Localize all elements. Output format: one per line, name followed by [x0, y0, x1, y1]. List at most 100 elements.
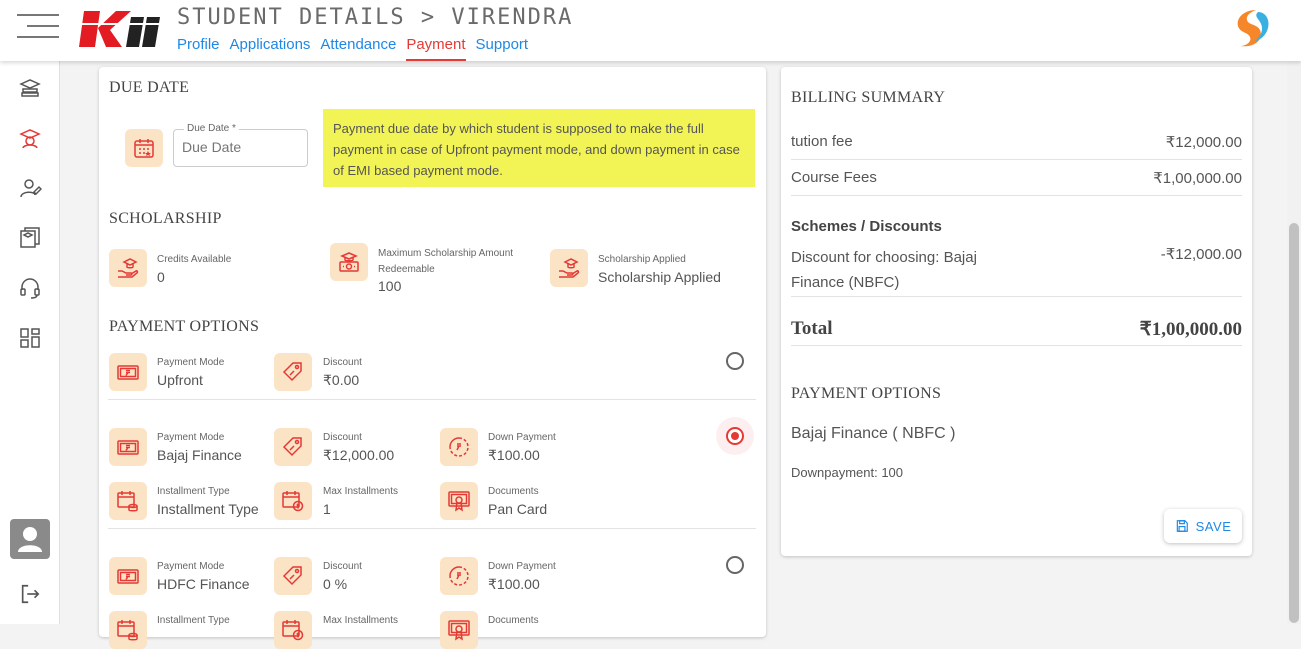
calendar-money-icon [274, 482, 312, 520]
due-date-note: Payment due date by which student is sup… [323, 109, 755, 187]
billing-summary-card: BILLING SUMMARY tution fee ₹12,000.00 Co… [781, 67, 1252, 556]
divider [108, 399, 756, 400]
option3-down-label: Down Payment [488, 561, 556, 572]
calendar-coin-icon [109, 611, 147, 649]
option2-discount-label: Discount [323, 432, 362, 443]
option3-mode-label: Payment Mode [157, 561, 225, 572]
cash-icon [109, 428, 147, 466]
fee-amount: ₹1,00,000.00 [1153, 170, 1242, 187]
option1-mode-label: Payment Mode [157, 357, 225, 368]
courses-icon[interactable] [18, 76, 42, 100]
scholarship-applied-label: Scholarship Applied [598, 254, 686, 265]
option2-down-label: Down Payment [488, 432, 556, 443]
max-scholarship-label: Maximum Scholarship Amount Redeemable [378, 248, 514, 275]
students-icon[interactable] [18, 126, 42, 150]
divider [108, 528, 756, 529]
payment-form-card: DUE DATE Due Date * Payment due date by … [99, 67, 766, 649]
schemes-title: Schemes / Discounts [791, 218, 942, 235]
save-label: SAVE [1195, 518, 1232, 534]
discount-amount: -₹12,000.00 [1160, 246, 1242, 263]
fee-label: Course Fees [791, 169, 877, 186]
option3-max-inst-label: Max Installments [323, 615, 399, 626]
divider [791, 195, 1242, 196]
option1-discount-value: ₹0.00 [323, 372, 360, 388]
option2-mode-label: Payment Mode [157, 432, 225, 443]
calendar-icon [125, 129, 163, 167]
option3-docs-label: Documents [488, 615, 539, 626]
divider [791, 159, 1242, 160]
scholarship-applied-icon [550, 249, 588, 287]
cash-icon [109, 557, 147, 595]
brand-swirl-icon [1237, 10, 1269, 47]
tab-support[interactable]: Support [476, 36, 529, 61]
discount-label: Discount for choosing: Bajaj Finance (NB… [791, 249, 977, 291]
down-payment-icon [440, 428, 478, 466]
option2-inst-type-value: Installment Type [157, 501, 259, 517]
max-scholarship-value: 100 [378, 278, 402, 294]
scrollbar[interactable] [1287, 61, 1301, 624]
tab-payment[interactable]: Payment [406, 36, 466, 61]
library-icon[interactable] [18, 226, 42, 250]
option2-radio[interactable] [726, 427, 744, 445]
downpayment-text: Downpayment: 100 [791, 465, 904, 480]
option3-inst-type-label: Installment Type [157, 615, 230, 626]
cash-icon [109, 353, 147, 391]
tag-icon [274, 428, 312, 466]
divider [791, 296, 1242, 297]
credits-label: Credits Available [157, 254, 232, 265]
divider [791, 345, 1242, 346]
save-icon [1176, 520, 1188, 532]
selected-option: Bajaj Finance ( NBFC ) [791, 425, 956, 442]
fee-amount: ₹12,000.00 [1165, 134, 1242, 151]
tab-applications[interactable]: Applications [230, 36, 311, 61]
certificate-icon [440, 611, 478, 649]
option3-discount-value: 0 % [323, 576, 348, 592]
profile-edit-icon[interactable] [18, 176, 42, 200]
due-date-label: Due Date * [184, 123, 239, 134]
calendar-money-icon [274, 611, 312, 649]
total-label: Total [791, 318, 833, 339]
headset-icon[interactable] [18, 276, 42, 300]
option2-discount-value: ₹12,000.00 [323, 447, 395, 463]
menu-icon[interactable] [17, 14, 59, 38]
app-header: STUDENT DETAILS > VIRENDRA Profile Appli… [0, 0, 1301, 61]
payment-options-title: PAYMENT OPTIONS [109, 318, 260, 335]
option1-mode-value: Upfront [157, 372, 203, 388]
due-date-input[interactable] [182, 139, 300, 155]
page-title: STUDENT DETAILS > VIRENDRA [177, 5, 574, 30]
option2-docs-label: Documents [488, 486, 539, 497]
tag-icon [274, 353, 312, 391]
certificate-icon [440, 482, 478, 520]
scholarship-applied-value: Scholarship Applied [598, 269, 721, 285]
due-date-title: DUE DATE [109, 79, 190, 96]
kii-logo [76, 11, 166, 47]
hand-cap-icon [109, 249, 147, 287]
due-date-field[interactable]: Due Date * [173, 123, 308, 167]
down-payment-icon [440, 557, 478, 595]
option1-radio[interactable] [726, 352, 744, 370]
billing-summary-title: BILLING SUMMARY [791, 89, 946, 106]
option2-down-value: ₹100.00 [488, 447, 540, 463]
total-amount: ₹1,00,000.00 [1139, 319, 1242, 340]
option1-discount-label: Discount [323, 357, 362, 368]
tab-profile[interactable]: Profile [177, 36, 220, 61]
option2-max-inst-value: 1 [323, 501, 331, 517]
scrollbar-thumb[interactable] [1289, 223, 1299, 623]
tab-attendance[interactable]: Attendance [320, 36, 396, 61]
save-button[interactable]: SAVE [1164, 509, 1242, 543]
option3-down-value: ₹100.00 [488, 576, 540, 592]
avatar[interactable] [10, 519, 50, 559]
option3-discount-label: Discount [323, 561, 362, 572]
option2-docs-value: Pan Card [488, 501, 548, 517]
tag-icon [274, 557, 312, 595]
option2-max-inst-label: Max Installments [323, 486, 399, 497]
option2-mode-value: Bajaj Finance [157, 447, 242, 463]
option3-radio[interactable] [726, 556, 744, 574]
scholarship-title: SCHOLARSHIP [109, 210, 222, 227]
option2-inst-type-label: Installment Type [157, 486, 230, 497]
dashboard-grid-icon[interactable] [18, 326, 42, 350]
nav-tabs: Profile Applications Attendance Payment … [177, 36, 528, 61]
fee-label: tution fee [791, 133, 853, 150]
credits-value: 0 [157, 269, 165, 285]
logout-icon[interactable] [19, 583, 41, 605]
